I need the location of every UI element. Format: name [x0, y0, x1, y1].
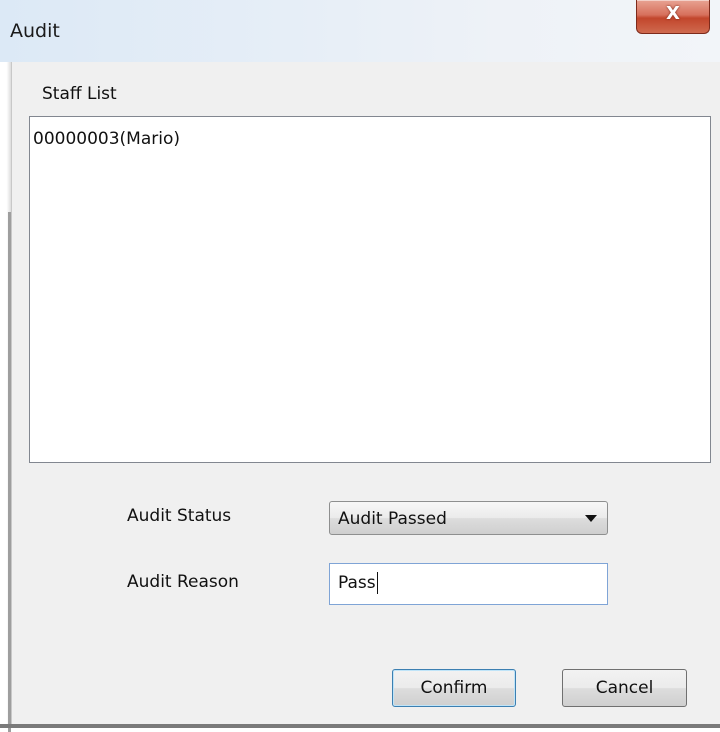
- close-icon: X: [666, 3, 680, 24]
- confirm-button[interactable]: Confirm: [392, 669, 516, 707]
- cancel-button[interactable]: Cancel: [562, 669, 687, 707]
- window-left-edge: [0, 62, 11, 732]
- staff-list-label: Staff List: [42, 84, 117, 104]
- close-button[interactable]: X: [636, 0, 710, 34]
- list-item[interactable]: 00000003(Mario): [33, 129, 180, 149]
- audit-status-value: Audit Passed: [338, 509, 447, 529]
- window-title: Audit: [10, 20, 60, 42]
- chevron-down-icon: [585, 515, 597, 522]
- audit-status-label: Audit Status: [127, 506, 232, 526]
- window-bottom-border: [0, 724, 720, 728]
- text-caret: [377, 572, 378, 594]
- audit-status-dropdown[interactable]: Audit Passed: [329, 501, 608, 535]
- audit-reason-input[interactable]: Pass: [329, 563, 608, 605]
- audit-reason-value: Pass: [338, 573, 376, 593]
- audit-reason-label: Audit Reason: [127, 572, 239, 592]
- staff-listbox[interactable]: 00000003(Mario): [29, 116, 711, 463]
- title-bar[interactable]: Audit X: [0, 0, 720, 62]
